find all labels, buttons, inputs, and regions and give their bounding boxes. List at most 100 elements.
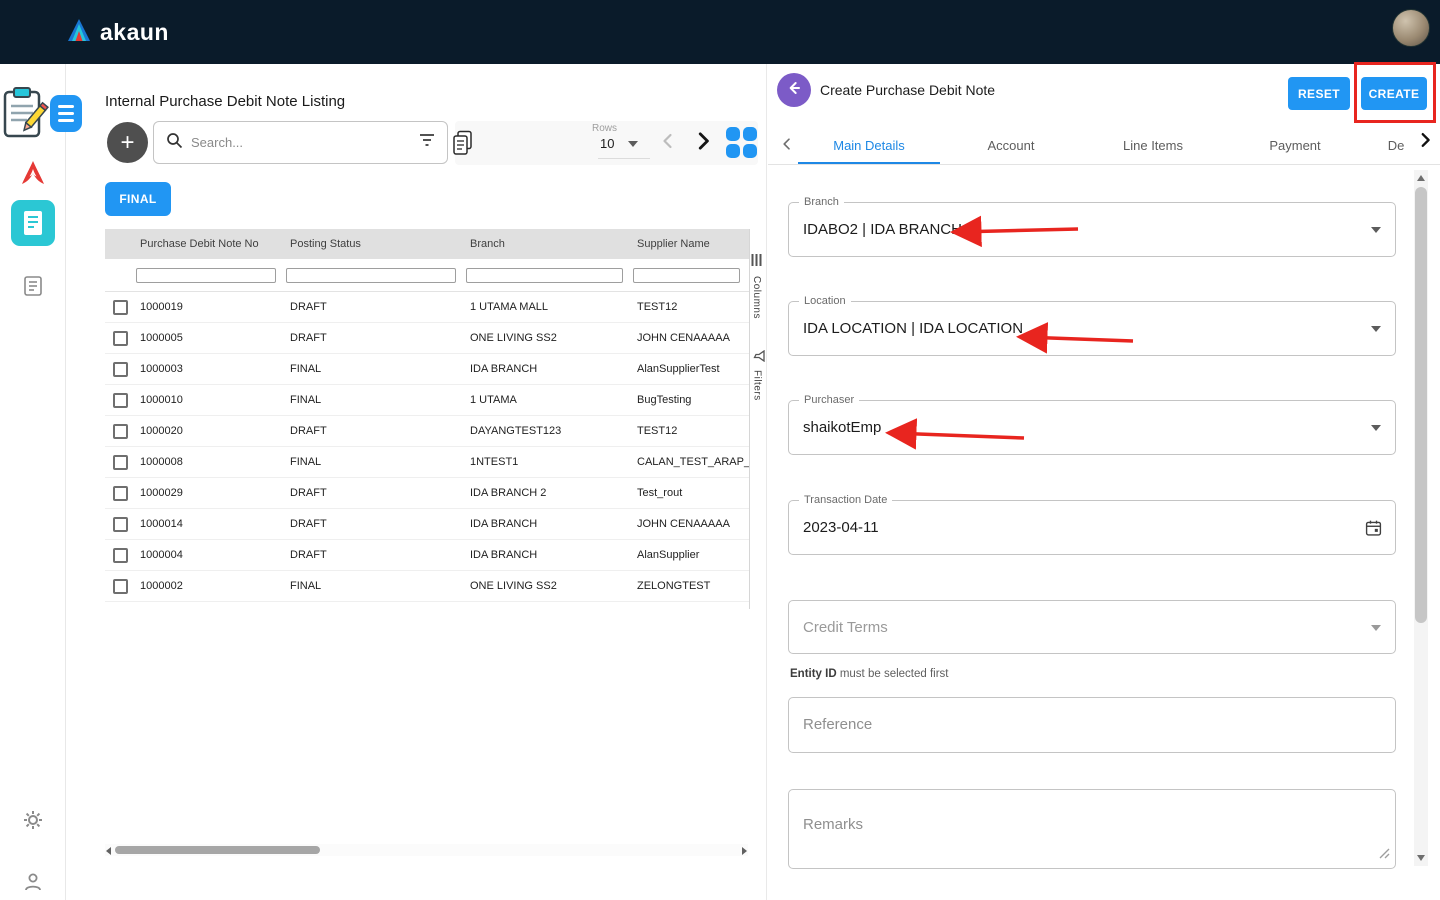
column-header[interactable]: Supplier Name (632, 238, 749, 250)
rows-per-page-label: Rows (592, 123, 617, 134)
row-checkbox[interactable] (113, 300, 128, 315)
rows-per-page-select[interactable]: 10 (600, 136, 638, 151)
hamburger-menu-icon[interactable] (50, 95, 82, 132)
scroll-right-arrow-icon[interactable] (742, 847, 747, 855)
table-row[interactable]: 1000020DRAFTDAYANGTEST123TEST12 (105, 416, 749, 447)
location-value: IDA LOCATION | IDA LOCATION (789, 302, 1395, 355)
row-checkbox[interactable] (113, 331, 128, 346)
sidebar-item-documents-active[interactable] (0, 200, 66, 246)
column-filter-input[interactable] (633, 268, 740, 283)
table-row[interactable]: 1000004DRAFTIDA BRANCHAlanSupplier (105, 540, 749, 571)
tabs-scroll-right-icon[interactable] (1416, 131, 1434, 154)
table-cell: 1000008 (135, 456, 285, 468)
sidebar-item-pdf[interactable] (0, 158, 66, 193)
column-filter-input[interactable] (286, 268, 456, 283)
table-cell: JOHN CENAAAAA (632, 332, 749, 344)
app-launcher[interactable] (2, 86, 86, 142)
column-header[interactable]: Branch (465, 238, 632, 250)
row-checkbox[interactable] (113, 455, 128, 470)
table-row[interactable]: 1000014DRAFTIDA BRANCHJOHN CENAAAAA (105, 509, 749, 540)
branch-select[interactable]: Branch IDABO2 | IDA BRANCH 2 (788, 202, 1396, 257)
duplicate-pages-icon[interactable] (452, 130, 474, 161)
table-cell: BugTesting (632, 394, 749, 406)
panel-divider (766, 64, 767, 900)
columns-panel-toggle[interactable]: Columns (751, 253, 762, 319)
row-checkbox[interactable] (113, 393, 128, 408)
table-cell: 1000005 (135, 332, 285, 344)
table-row[interactable]: 1000029DRAFTIDA BRANCH 2Test_rout (105, 478, 749, 509)
table-cell: FINAL (285, 363, 465, 375)
brand-logo[interactable]: akaun (66, 18, 169, 47)
table-cell: DRAFT (285, 332, 465, 344)
detail-title: Create Purchase Debit Note (820, 82, 995, 98)
remarks-textarea[interactable]: Remarks (788, 789, 1396, 869)
user-avatar[interactable] (1392, 9, 1430, 47)
column-filter-input[interactable] (466, 268, 623, 283)
horizontal-scrollbar-thumb[interactable] (115, 846, 320, 854)
table-cell: 1 UTAMA MALL (465, 301, 632, 313)
table-row[interactable]: 1000005DRAFTONE LIVING SS2JOHN CENAAAAA (105, 323, 749, 354)
tab-main-details[interactable]: Main Details (798, 125, 940, 165)
horizontal-scrollbar[interactable] (105, 844, 748, 856)
column-header[interactable]: Posting Status (285, 238, 465, 250)
filters-panel-toggle[interactable]: Filters (751, 347, 763, 401)
next-page-button[interactable] (692, 130, 714, 157)
caret-down-icon (1371, 326, 1381, 332)
sidebar-item-profile[interactable] (0, 872, 66, 897)
tab-line-items[interactable]: Line Items (1082, 125, 1224, 165)
transaction-date-field[interactable]: Transaction Date 2023-04-11 (788, 500, 1396, 555)
filter-cell (135, 268, 285, 283)
previous-page-button[interactable] (658, 131, 678, 156)
scroll-up-arrow-icon[interactable] (1417, 175, 1425, 181)
table-cell: 1000020 (135, 425, 285, 437)
tabs-scroll-left-icon[interactable] (779, 136, 795, 157)
table-row[interactable]: 1000019DRAFT1 UTAMA MALLTEST12 (105, 292, 749, 323)
table-row[interactable]: 1000010FINAL1 UTAMABugTesting (105, 385, 749, 416)
location-select[interactable]: Location IDA LOCATION | IDA LOCATION (788, 301, 1396, 356)
transaction-date-value: 2023-04-11 (789, 501, 1395, 554)
clipboard-pencil-icon (2, 127, 50, 144)
search-input[interactable] (191, 135, 411, 150)
table-row[interactable]: 1000002FINALONE LIVING SS2ZELONGTEST (105, 571, 749, 602)
reference-field[interactable]: Reference (788, 697, 1396, 753)
sidebar-item-settings[interactable] (0, 810, 66, 835)
calendar-icon[interactable] (1364, 518, 1383, 543)
purchaser-select[interactable]: Purchaser shaikotEmp (788, 400, 1396, 455)
column-header[interactable]: Purchase Debit Note No (135, 238, 285, 250)
scroll-left-arrow-icon[interactable] (106, 847, 111, 855)
table-row[interactable]: 1000003FINALIDA BRANCHAlanSupplierTest (105, 354, 749, 385)
table-cell: 1000029 (135, 487, 285, 499)
checkbox-cell (105, 548, 135, 563)
vertical-scrollbar[interactable] (1414, 170, 1428, 866)
column-filter-input[interactable] (136, 268, 276, 283)
table-row[interactable]: 1000008FINAL1NTEST1CALAN_TEST_ARAP_2 (105, 447, 749, 478)
vertical-scrollbar-thumb[interactable] (1415, 187, 1427, 623)
reset-button[interactable]: RESET (1288, 77, 1350, 110)
filter-cell (632, 268, 749, 283)
app-grid-icon[interactable] (726, 127, 757, 158)
filter-list-icon[interactable] (419, 133, 435, 152)
row-checkbox[interactable] (113, 362, 128, 377)
back-button[interactable] (777, 73, 811, 107)
table-cell: IDA BRANCH (465, 518, 632, 530)
table-cell: DRAFT (285, 425, 465, 437)
row-checkbox[interactable] (113, 548, 128, 563)
row-checkbox[interactable] (113, 486, 128, 501)
tab-payment[interactable]: Payment (1224, 125, 1366, 165)
table-body: 1000019DRAFT1 UTAMA MALLTEST121000005DRA… (105, 292, 749, 602)
row-checkbox[interactable] (113, 424, 128, 439)
final-filter-button[interactable]: FINAL (105, 182, 171, 216)
search-box[interactable] (153, 121, 448, 164)
credit-terms-select[interactable]: Credit Terms (788, 600, 1396, 654)
columns-label: Columns (751, 276, 762, 319)
scroll-down-arrow-icon[interactable] (1417, 855, 1425, 861)
row-checkbox[interactable] (113, 517, 128, 532)
tab-account[interactable]: Account (940, 125, 1082, 165)
gear-icon (23, 810, 43, 835)
tab-de[interactable]: De (1366, 125, 1412, 165)
row-checkbox[interactable] (113, 579, 128, 594)
resize-corner-icon[interactable] (1379, 846, 1390, 864)
create-button[interactable]: CREATE (1361, 77, 1427, 110)
add-record-button[interactable]: + (107, 122, 148, 163)
sidebar-item-listing[interactable] (0, 276, 66, 301)
